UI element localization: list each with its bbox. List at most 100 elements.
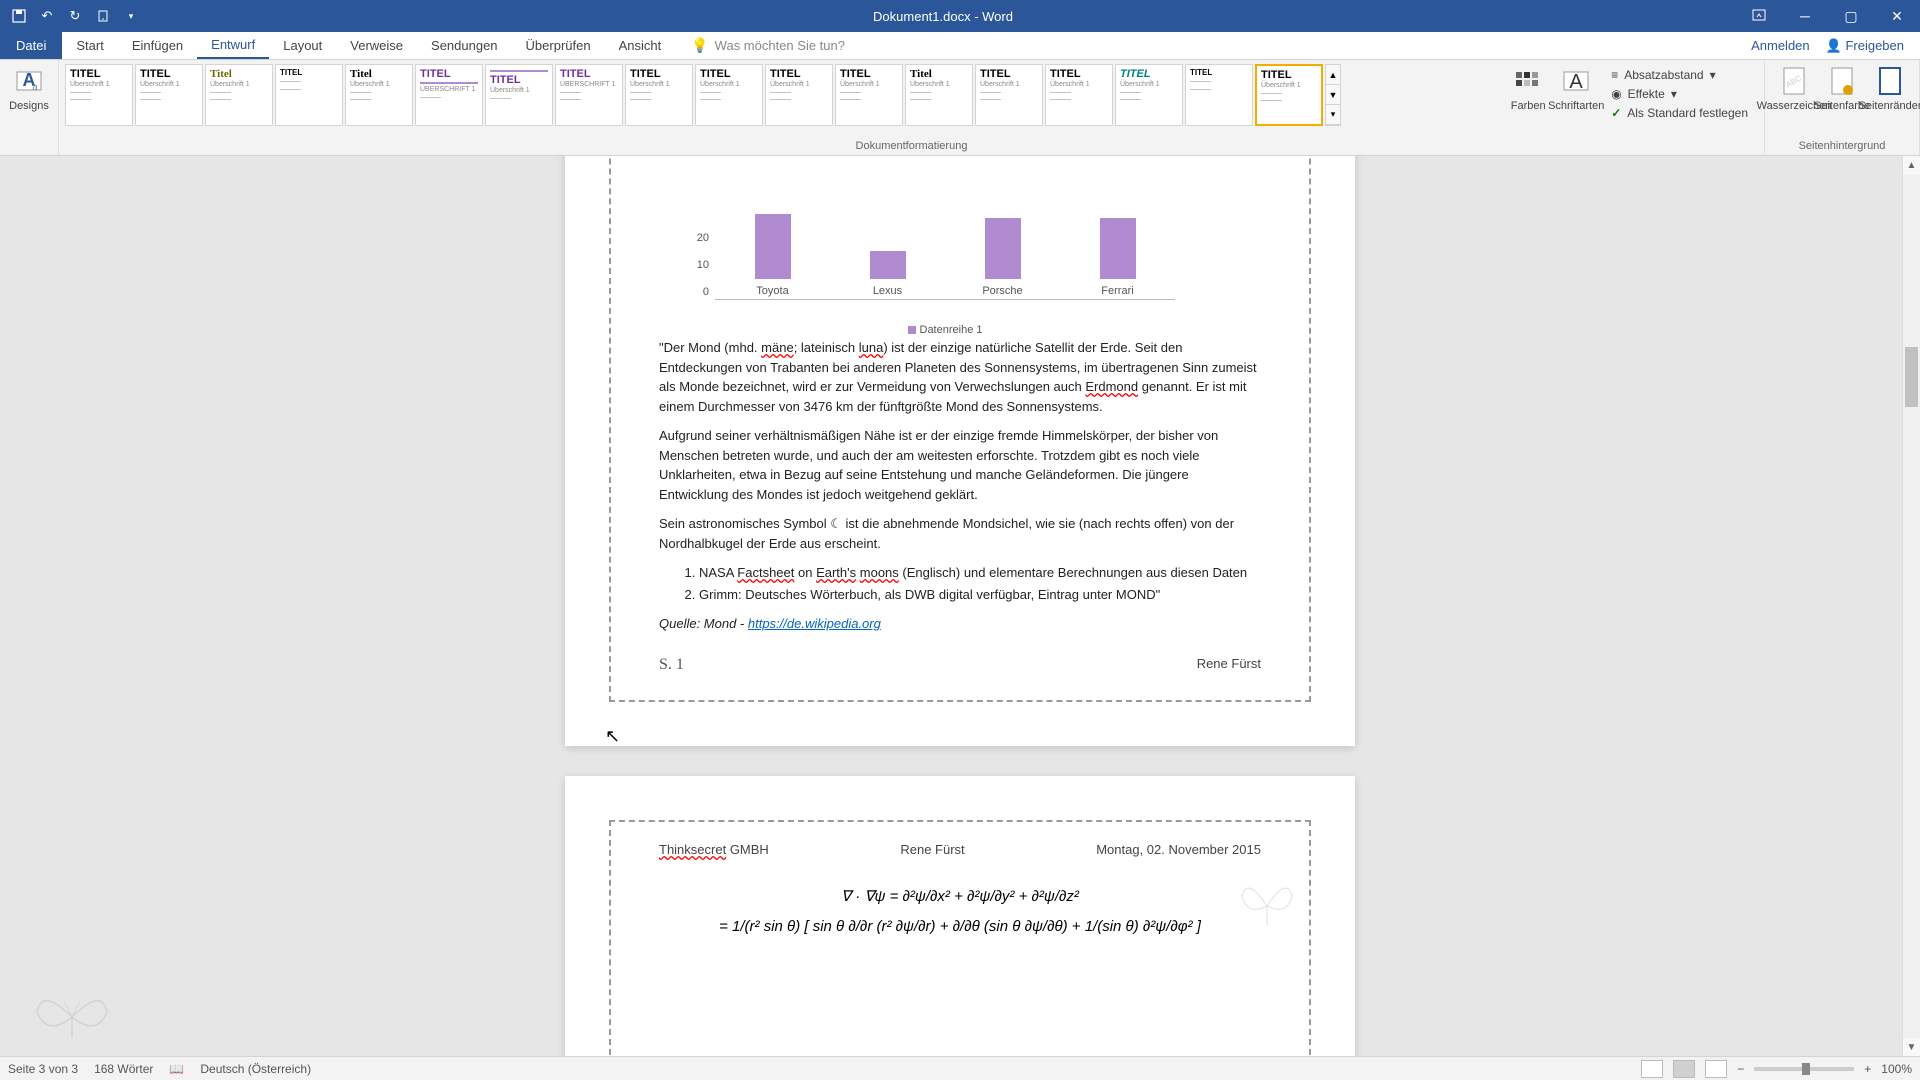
pageborders-icon — [1874, 66, 1906, 98]
formula-line: ∇ · ∇ψ = ∂²ψ/∂x² + ∂²ψ/∂y² + ∂²ψ/∂z² — [611, 882, 1309, 912]
paragraph: Sein astronomisches Symbol ☾ ist die abn… — [659, 514, 1261, 553]
tab-layout[interactable]: Layout — [269, 32, 336, 59]
print-layout-button[interactable] — [1673, 1060, 1695, 1078]
style-card[interactable]: TITELÜberschrift 1——— — [485, 64, 553, 126]
style-card[interactable]: TITELÜberschrift 1—————— — [835, 64, 903, 126]
style-card[interactable]: TitelÜberschrift 1—————— — [345, 64, 413, 126]
style-card[interactable]: TITELÜberschrift 1—————— — [625, 64, 693, 126]
repeat-button[interactable]: ↻ — [62, 3, 88, 29]
header-author: Rene Fürst — [900, 842, 964, 857]
tab-ansicht[interactable]: Ansicht — [605, 32, 676, 59]
group-designs: Aa Designs — [0, 60, 59, 155]
fonts-button[interactable]: A Schriftarten — [1553, 62, 1599, 116]
spellcheck-underline: mäne — [761, 340, 794, 355]
status-wordcount[interactable]: 168 Wörter — [94, 1062, 153, 1076]
tab-verweise[interactable]: Verweise — [336, 32, 417, 59]
share-button[interactable]: 👤 Freigeben — [1826, 38, 1904, 54]
undo-button[interactable]: ↶ — [34, 3, 60, 29]
style-card[interactable]: TITELÜberschrift 1—————— — [1115, 64, 1183, 126]
watermark-button[interactable]: ABC Wasserzeichen — [1771, 62, 1817, 116]
style-card[interactable]: TITELÜBERSCHRIFT 1——— — [415, 64, 483, 126]
bar — [870, 251, 906, 279]
tell-me-placeholder: Was möchten Sie tun? — [715, 38, 845, 53]
titlebar: ↶ ↻ ▾ Dokument1.docx - Word ─ ▢ ✕ — [0, 0, 1920, 32]
gallery-scrollbar[interactable]: ▲▼▾ — [1325, 64, 1341, 126]
tab-start[interactable]: Start — [62, 32, 117, 59]
close-button[interactable]: ✕ — [1874, 0, 1920, 32]
list-item: NASA Factsheet on Earth's moons (Englisc… — [699, 563, 1261, 583]
tab-sendungen[interactable]: Sendungen — [417, 32, 512, 59]
set-default-button[interactable]: ✓ Als Standard festlegen — [1607, 104, 1752, 122]
style-card[interactable]: TITEL—————— — [1185, 64, 1253, 126]
save-button[interactable] — [6, 3, 32, 29]
gallery-down-icon[interactable]: ▼ — [1326, 85, 1340, 105]
style-card[interactable]: TITEL—————— — [275, 64, 343, 126]
colors-button[interactable]: Farben — [1505, 62, 1551, 116]
style-card[interactable]: TITELÜberschrift 1—————— — [1045, 64, 1113, 126]
web-layout-button[interactable] — [1705, 1060, 1727, 1078]
bar — [755, 214, 791, 279]
ribbon-options-button[interactable] — [1736, 0, 1782, 32]
page-border: 20 10 0 Toyota Lexus Porsche Ferrari Dat… — [609, 156, 1311, 702]
legend-swatch — [908, 326, 916, 334]
bar-label: Ferrari — [1101, 283, 1133, 300]
zoom-in-button[interactable]: + — [1864, 1062, 1871, 1076]
minimize-button[interactable]: ─ — [1782, 0, 1828, 32]
style-card[interactable]: TITELÜberschrift 1—————— — [765, 64, 833, 126]
equation: ∇ · ∇ψ = ∂²ψ/∂x² + ∂²ψ/∂y² + ∂²ψ/∂z² = 1… — [611, 882, 1309, 942]
style-card-selected[interactable]: TITELÜberschrift 1—————— — [1255, 64, 1323, 126]
ribbon: Aa Designs TITELÜberschrift 1—————— TITE… — [0, 60, 1920, 156]
qat-more-button[interactable]: ▾ — [118, 3, 144, 29]
style-card[interactable]: TITELÜberschrift 1—————— — [695, 64, 763, 126]
scroll-up-icon[interactable]: ▲ — [1903, 156, 1920, 174]
document-canvas[interactable]: 20 10 0 Toyota Lexus Porsche Ferrari Dat… — [0, 156, 1920, 1056]
header-company: Thinksecret — [659, 842, 726, 857]
touch-mode-button[interactable] — [90, 3, 116, 29]
zoom-slider[interactable] — [1754, 1067, 1854, 1071]
pageborders-button[interactable]: Seitenränder — [1867, 62, 1913, 116]
style-card[interactable]: TitelÜberschrift 1—————— — [905, 64, 973, 126]
group-pagebg: ABC Wasserzeichen Seitenfarbe Seitenränd… — [1765, 60, 1920, 155]
style-card[interactable]: TitelÜberschrift 1—————— — [205, 64, 273, 126]
tab-ueberpruefen[interactable]: Überprüfen — [512, 32, 605, 59]
gallery-more-icon[interactable]: ▾ — [1326, 105, 1340, 125]
effects-button[interactable]: ◉Effekte ▾ — [1607, 85, 1752, 103]
scroll-track[interactable] — [1903, 174, 1920, 1038]
tab-einfuegen[interactable]: Einfügen — [118, 32, 197, 59]
status-proofing-icon[interactable]: 📖 — [169, 1062, 184, 1076]
tab-file[interactable]: Datei — [0, 32, 62, 59]
vertical-scrollbar[interactable]: ▲ ▼ — [1902, 156, 1920, 1056]
style-card[interactable]: TITELÜberschrift 1—————— — [135, 64, 203, 126]
pagebg-group-label: Seitenhintergrund — [1771, 138, 1913, 155]
pageborders-label: Seitenränder — [1859, 100, 1920, 112]
numbered-list: NASA Factsheet on Earth's moons (Englisc… — [699, 563, 1261, 604]
style-card[interactable]: TITELÜberschrift 1—————— — [65, 64, 133, 126]
svg-text:A: A — [1570, 71, 1584, 93]
sign-in-link[interactable]: Anmelden — [1751, 38, 1810, 53]
status-page[interactable]: Seite 3 von 3 — [8, 1062, 78, 1076]
read-mode-button[interactable] — [1641, 1060, 1663, 1078]
style-card[interactable]: TITELÜberschrift 1—————— — [975, 64, 1043, 126]
scroll-thumb[interactable] — [1905, 347, 1918, 407]
zoom-level[interactable]: 100% — [1881, 1062, 1912, 1076]
tab-entwurf[interactable]: Entwurf — [197, 32, 269, 59]
colors-icon — [1512, 66, 1544, 98]
page-border: Thinksecret GMBH Rene Fürst Montag, 02. … — [609, 820, 1311, 1056]
paragraph: "Der Mond (mhd. mäne; lateinisch luna) i… — [659, 338, 1261, 416]
paragraph-spacing-label: Absatzabstand — [1624, 68, 1703, 82]
maximize-button[interactable]: ▢ — [1828, 0, 1874, 32]
paragraph-spacing-button[interactable]: ≡Absatzabstand ▾ — [1607, 66, 1752, 84]
zoom-out-button[interactable]: − — [1737, 1062, 1744, 1076]
y-tick: 0 — [687, 284, 709, 301]
set-default-label: Als Standard festlegen — [1627, 106, 1748, 120]
gallery-up-icon[interactable]: ▲ — [1326, 65, 1340, 85]
tell-me-search[interactable]: 💡Was möchten Sie tun? — [691, 32, 845, 59]
source-link[interactable]: https://de.wikipedia.org — [748, 616, 881, 631]
designs-button[interactable]: Aa Designs — [6, 62, 52, 116]
style-gallery[interactable]: TITELÜberschrift 1—————— TITELÜberschrif… — [65, 62, 1503, 126]
zoom-thumb[interactable] — [1802, 1063, 1810, 1075]
style-card[interactable]: TITELÜBERSCHRIFT 1—————— — [555, 64, 623, 126]
checkmark-icon: ✓ — [1611, 106, 1621, 120]
scroll-down-icon[interactable]: ▼ — [1903, 1038, 1920, 1056]
status-language[interactable]: Deutsch (Österreich) — [200, 1062, 311, 1076]
